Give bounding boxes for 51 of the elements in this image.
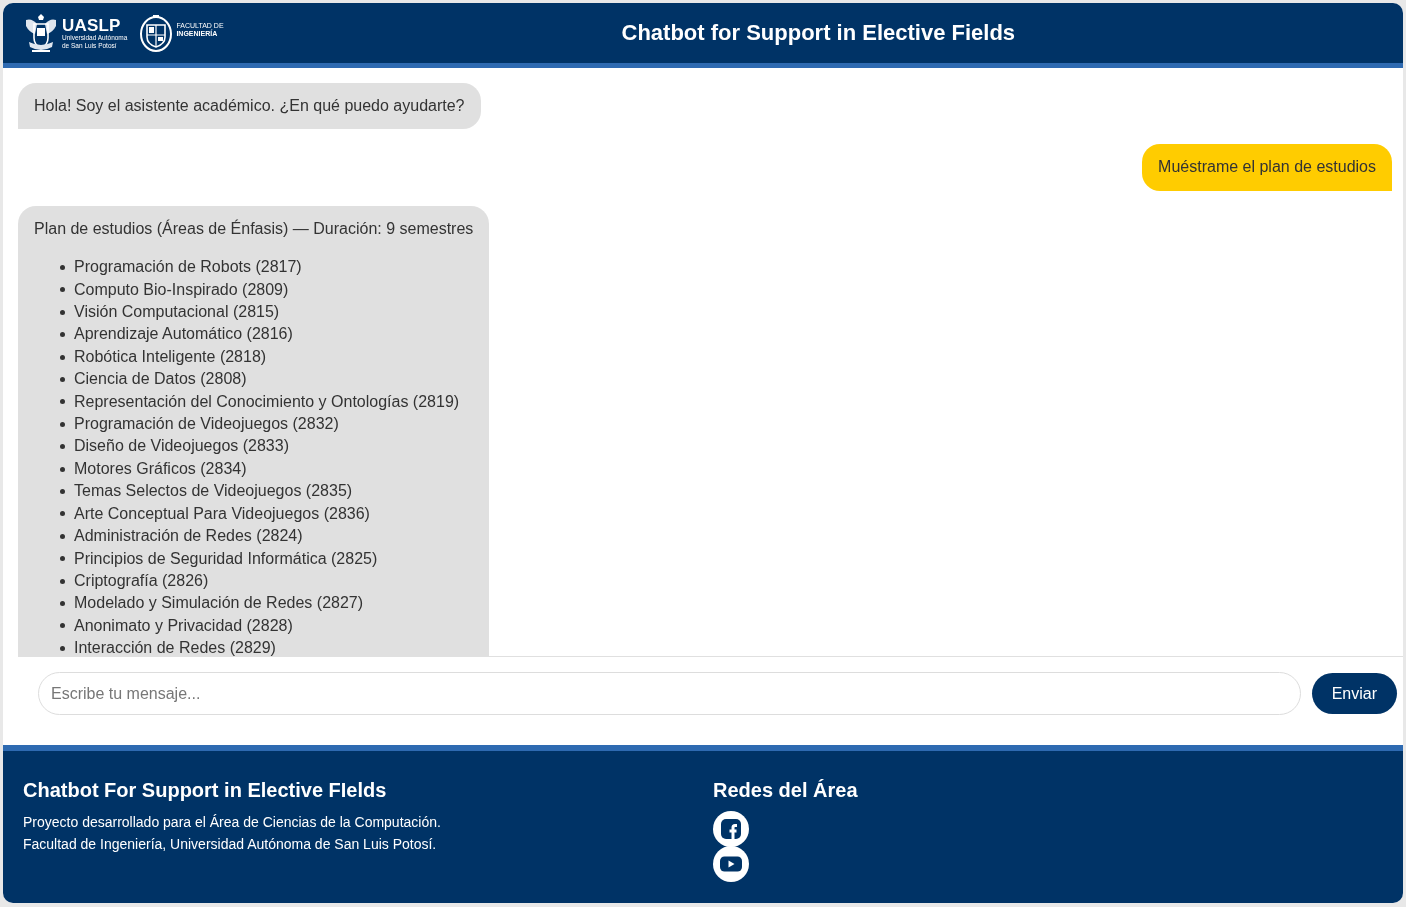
bot-message: Hola! Soy el asistente académico. ¿En qué puedo ayudarte? bbox=[18, 83, 481, 130]
footer-text: Facultad de Ingeniería, Universidad Autónoma de San Luis Potosí. bbox=[23, 835, 437, 854]
list-item-text: Robótica Inteligente (2818) bbox=[74, 346, 267, 367]
list-item-text: Principios de Seguridad Informática (2825) bbox=[74, 548, 378, 569]
logo-wordmark: UASLP bbox=[62, 17, 122, 34]
bullet-icon bbox=[60, 309, 65, 315]
bullet-icon bbox=[60, 533, 65, 539]
page-title: Chatbot for Support in Elective Fields bbox=[620, 20, 1017, 46]
message-input-field[interactable]: Escribe tu mensaje... bbox=[38, 672, 1301, 715]
eagle-crest-icon bbox=[23, 12, 59, 54]
bullet-icon bbox=[60, 623, 65, 629]
list-item-text: Representación del Conocimiento y Ontologías (2819) bbox=[74, 391, 460, 412]
message-text: Plan de estudios (Áreas de Énfasis) — Duración: 9 semestres bbox=[34, 218, 474, 239]
bullet-icon bbox=[60, 287, 65, 293]
bullet-icon bbox=[60, 354, 65, 360]
footer-text: Proyecto desarrollado para el Área de Ciencias de la Computación. bbox=[23, 813, 441, 832]
list-item-text: Interacción de Redes (2829) bbox=[74, 638, 276, 656]
list-item-text: Temas Selectos de Videojuegos (2835) bbox=[74, 481, 353, 502]
list-item-text: Programación de Videojuegos (2832) bbox=[74, 414, 339, 435]
bullet-icon bbox=[60, 511, 65, 517]
bullet-icon bbox=[60, 376, 65, 382]
bullet-icon bbox=[60, 489, 65, 494]
bullet-icon bbox=[60, 264, 65, 270]
list-item-text: Ciencia de Datos (2808) bbox=[74, 369, 247, 390]
list-item-text: Programación de Robots (2817) bbox=[74, 257, 302, 278]
bullet-icon bbox=[60, 421, 65, 427]
list-item-text: Anonimato y Privacidad (2828) bbox=[74, 615, 293, 636]
facebook-icon[interactable] bbox=[713, 811, 749, 847]
user-message: Muéstrame el plan de estudios bbox=[1142, 144, 1392, 191]
bullet-icon bbox=[60, 601, 65, 606]
list-item-text: Criptografía (2826) bbox=[74, 570, 209, 591]
list-item-text: Aprendizaje Automático (2816) bbox=[74, 324, 293, 345]
bullet-icon bbox=[60, 399, 65, 405]
video-play-icon[interactable] bbox=[713, 846, 749, 882]
footer-title: Chatbot For Support in Elective FIelds bbox=[23, 779, 387, 802]
list-item-text: Arte Conceptual Para Videojuegos (2836) bbox=[74, 503, 370, 524]
bullet-icon bbox=[60, 466, 65, 472]
bullet-icon bbox=[60, 444, 65, 450]
bullet-icon bbox=[60, 578, 65, 584]
list-item-text: Computo Bio-Inspirado (2809) bbox=[74, 279, 289, 300]
list-item-text: Visión Computacional (2815) bbox=[74, 302, 280, 323]
round-crest-icon bbox=[139, 13, 174, 53]
social-heading: Redes del Área bbox=[713, 779, 858, 802]
list-item-text: Diseño de Videojuegos (2833) bbox=[74, 436, 289, 457]
list-item-text: Administración de Redes (2824) bbox=[74, 526, 303, 547]
send-button[interactable]: Enviar bbox=[1311, 673, 1397, 714]
list-item-text: Motores Gráficos (2834) bbox=[74, 458, 247, 479]
list-item-text: Modelado y Simulación de Redes (2827) bbox=[74, 593, 364, 614]
bullet-icon bbox=[60, 645, 65, 651]
bullet-icon bbox=[60, 556, 65, 562]
bullet-icon bbox=[60, 332, 65, 338]
